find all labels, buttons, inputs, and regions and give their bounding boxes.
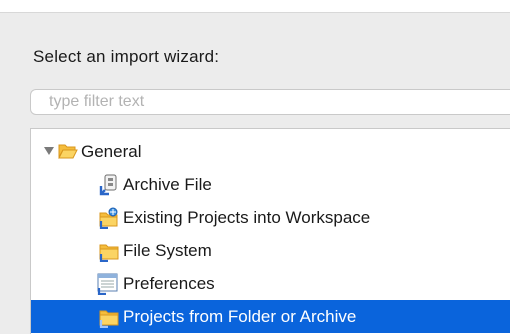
tree-item-projects-from-folder[interactable]: Projects from Folder or Archive: [31, 300, 510, 333]
tree-group-general[interactable]: General: [31, 135, 510, 168]
tree-item-file-system[interactable]: File System: [31, 234, 510, 267]
tree-item-label: Archive File: [123, 174, 212, 194]
open-folder-icon: [58, 144, 78, 159]
expand-arrow-icon[interactable]: [44, 147, 54, 155]
tree-item-label: Existing Projects into Workspace: [123, 207, 371, 227]
existing-projects-icon: [99, 207, 118, 229]
preferences-icon: [97, 273, 118, 295]
tree-item-label: Preferences: [123, 273, 215, 293]
tree-group-label: General: [81, 141, 142, 161]
wizard-tree[interactable]: General Archive File Existing Projects i…: [30, 128, 510, 334]
folder-icon: [99, 244, 119, 262]
folder-icon: [99, 310, 119, 328]
tree-item-label: Projects from Folder or Archive: [123, 306, 357, 326]
tree-item-existing-projects[interactable]: Existing Projects into Workspace: [31, 201, 510, 234]
tree-item-archive-file[interactable]: Archive File: [31, 168, 510, 201]
tree-item-preferences[interactable]: Preferences: [31, 267, 510, 300]
archive-file-icon: [99, 174, 117, 196]
tree-item-label: File System: [123, 240, 212, 260]
dialog-header: [0, 0, 510, 13]
wizard-prompt-label: Select an import wizard:: [33, 47, 220, 66]
filter-input[interactable]: [30, 89, 510, 115]
import-wizard-dialog: Select an import wizard: General Archive…: [0, 0, 510, 334]
